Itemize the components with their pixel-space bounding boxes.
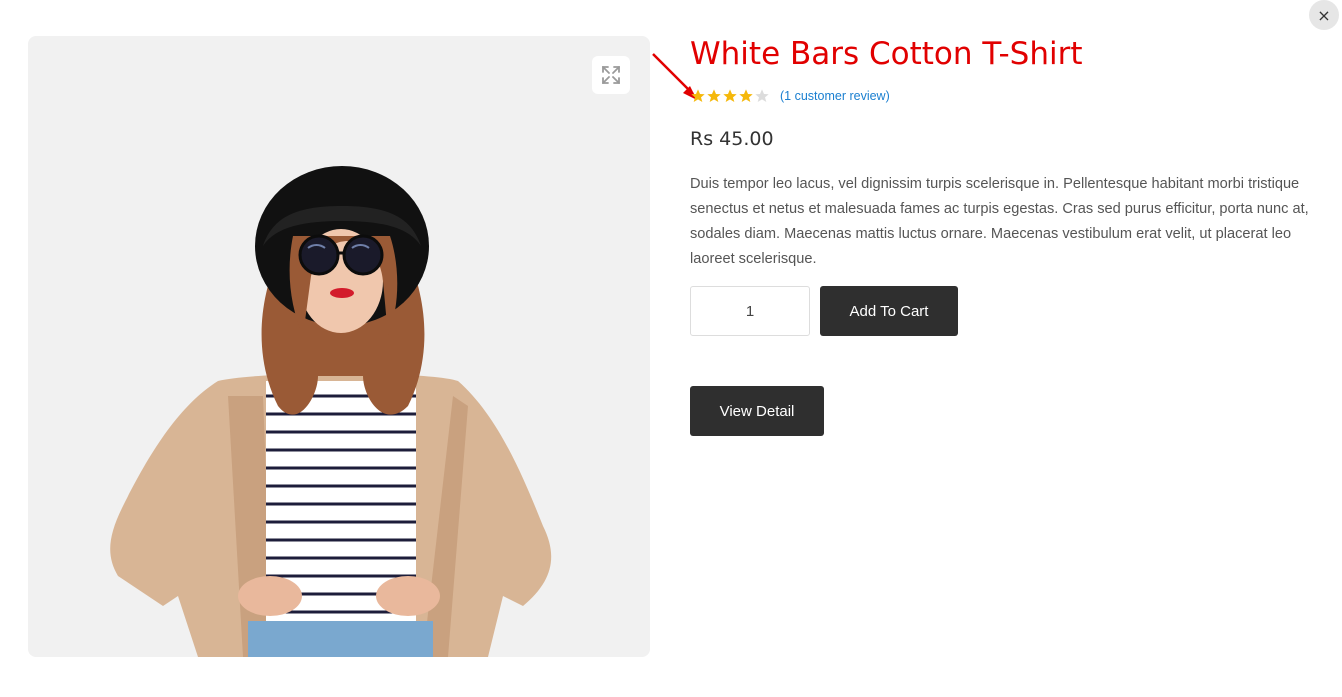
- product-photo: [110, 166, 552, 657]
- star-icon: [723, 89, 737, 102]
- star-icon: [707, 89, 721, 102]
- expand-icon: [602, 66, 620, 84]
- star-rating: [690, 88, 770, 104]
- star-icon: [739, 89, 753, 102]
- rating-row: (1 customer review): [690, 86, 890, 106]
- close-icon: ×: [1317, 5, 1331, 25]
- star-icon: [755, 89, 769, 102]
- product-image-panel: [28, 36, 650, 657]
- product-description: Duis tempor leo lacus, vel dignissim tur…: [690, 176, 1309, 267]
- quantity-input[interactable]: [690, 286, 810, 336]
- product-title: White Bars Cotton T-Shirt: [690, 36, 1083, 72]
- customer-review-link[interactable]: (1 customer review): [780, 89, 890, 103]
- product-price: Rs 45.00: [690, 128, 774, 150]
- add-to-cart-button[interactable]: Add To Cart: [820, 286, 958, 336]
- expand-image-button[interactable]: [592, 56, 630, 94]
- star-icon: [691, 89, 705, 102]
- close-modal-button[interactable]: ×: [1309, 0, 1339, 30]
- view-detail-button[interactable]: View Detail: [690, 386, 824, 436]
